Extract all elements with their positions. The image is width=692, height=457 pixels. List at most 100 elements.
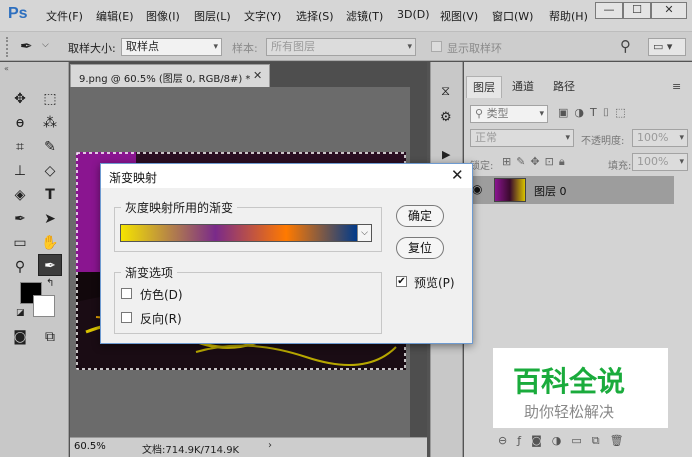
- chevron-down-icon[interactable]: ⌵: [357, 225, 371, 241]
- panel-menu-icon[interactable]: ≡: [672, 80, 681, 93]
- menu-image[interactable]: 图像(I): [146, 8, 180, 24]
- history-icon[interactable]: ⧖: [441, 84, 450, 99]
- eyedropper-icon[interactable]: ✒: [20, 37, 33, 55]
- blend-mode-value: 正常: [475, 131, 497, 144]
- gradient-options-label: 渐变选项: [121, 264, 178, 281]
- dither-label[interactable]: 仿色(D): [140, 286, 183, 303]
- properties-icon[interactable]: ⚙: [440, 110, 452, 125]
- marquee-tool-icon[interactable]: ⬚: [38, 88, 62, 110]
- bucket-tool-icon[interactable]: ◈: [8, 184, 32, 206]
- chevron-down-icon: ▾: [679, 157, 684, 167]
- close-tab-icon[interactable]: ✕: [253, 69, 262, 82]
- path-select-tool-icon[interactable]: ➤: [38, 208, 62, 230]
- magic-wand-tool-icon[interactable]: ⁂: [38, 112, 62, 134]
- menu-filter[interactable]: 滤镜(T): [346, 8, 383, 24]
- menu-select[interactable]: 选择(S): [296, 8, 334, 24]
- layer-row[interactable]: ◉ 图层 0: [466, 176, 674, 204]
- preview-checkbox[interactable]: ✔: [396, 276, 407, 287]
- watermark-subtitle: 助你轻松解决: [524, 403, 615, 421]
- maximize-button[interactable]: ☐: [623, 2, 651, 19]
- pen-tool-icon[interactable]: ✒: [8, 208, 32, 230]
- filter-kind: 类型: [486, 107, 509, 120]
- visibility-eye-icon[interactable]: ◉: [472, 182, 482, 196]
- move-tool-icon[interactable]: ✥: [8, 88, 32, 110]
- swap-colors-icon[interactable]: ↰: [46, 278, 54, 289]
- sample-size-label: 取样大小:: [68, 42, 116, 55]
- fill-input[interactable]: 100% ▾: [632, 153, 688, 171]
- eyedropper-tool-icon[interactable]: ✒: [38, 254, 62, 276]
- blend-mode-select[interactable]: 正常 ▾: [470, 129, 574, 147]
- close-icon[interactable]: ✕: [451, 166, 464, 184]
- menu-file[interactable]: 文件(F): [46, 8, 83, 24]
- layer-thumbnail: [494, 178, 526, 202]
- menu-layer[interactable]: 图层(L): [194, 8, 231, 24]
- tab-layers[interactable]: 图层: [466, 76, 502, 98]
- background-color-swatch[interactable]: [33, 295, 55, 317]
- gradient-map-dialog: 渐变映射 ✕ 灰度映射所用的渐变 ⌵ 渐变选项 仿色(D) 反向(R) 确定 复…: [100, 163, 473, 344]
- crop-tool-icon[interactable]: ⌗: [8, 136, 32, 158]
- dither-checkbox[interactable]: [121, 288, 132, 299]
- sample-select[interactable]: 所有图层 ▾: [266, 38, 416, 56]
- zoom-tool-icon[interactable]: ⚲: [8, 256, 32, 278]
- search-icon[interactable]: ⚲: [620, 37, 631, 55]
- menu-bar: Ps 文件(F) 编辑(E) 图像(I) 图层(L) 文字(Y) 选择(S) 滤…: [0, 0, 692, 31]
- search-icon: ⚲: [475, 107, 484, 120]
- close-window-button[interactable]: ✕: [651, 2, 687, 19]
- document-tab[interactable]: 9.png @ 60.5% (图层 0, RGB/8#) * ✕: [70, 64, 270, 87]
- sample-label: 样本:: [232, 42, 258, 55]
- actions-play-icon[interactable]: ▶: [442, 148, 450, 161]
- workspace-select[interactable]: ▭ ▾: [648, 38, 686, 56]
- dialog-title-bar: 渐变映射 ✕: [101, 164, 472, 188]
- zoom-level[interactable]: 60.5%: [74, 441, 106, 452]
- chevron-down-icon[interactable]: ⌵: [42, 40, 49, 50]
- reverse-label[interactable]: 反向(R): [140, 310, 182, 327]
- opacity-value: 100%: [637, 131, 669, 144]
- chevron-down-icon: ▾: [407, 42, 412, 52]
- chevron-right-icon[interactable]: ›: [268, 440, 272, 451]
- chevron-down-icon: ▾: [213, 42, 218, 52]
- sample-size-select[interactable]: 取样点 ▾: [121, 38, 222, 56]
- brush-tool-icon[interactable]: ✎: [38, 136, 62, 158]
- options-bar: ✒ ⌵ 取样大小: 取样点 ▾ 样本: 所有图层 ▾ 显示取样环 ⚲ ▭ ▾: [0, 31, 692, 61]
- lock-icons[interactable]: ⊞✎✥⊡🔒︎: [502, 155, 570, 169]
- collapse-icon[interactable]: «: [4, 64, 9, 73]
- layer-filter-icons[interactable]: ▣◑T⌷⬚: [558, 106, 632, 120]
- menu-3d[interactable]: 3D(D): [397, 8, 430, 21]
- type-tool-icon[interactable]: T: [38, 184, 62, 206]
- menu-edit[interactable]: 编辑(E): [96, 8, 134, 24]
- reverse-checkbox[interactable]: [121, 312, 132, 323]
- tab-paths[interactable]: 路径: [546, 76, 582, 98]
- tab-channels[interactable]: 通道: [505, 76, 541, 98]
- quick-mask-icon[interactable]: ◙: [8, 326, 32, 348]
- document-info: 文档:714.9K/714.9K: [142, 445, 240, 456]
- menu-view[interactable]: 视图(V): [440, 8, 478, 24]
- chevron-down-icon: ▾: [679, 133, 684, 143]
- layer-filter-select[interactable]: ⚲ 类型 ▾: [470, 105, 548, 123]
- layer-name[interactable]: 图层 0: [534, 183, 567, 199]
- show-ring-checkbox[interactable]: [431, 41, 442, 52]
- rectangle-tool-icon[interactable]: ▭: [8, 232, 32, 254]
- hand-tool-icon[interactable]: ✋: [38, 232, 62, 254]
- stamp-tool-icon[interactable]: ⊥: [8, 160, 32, 182]
- watermark: 百科全说 助你轻松解决: [493, 348, 668, 428]
- gradient-group-label: 灰度映射所用的渐变: [121, 199, 238, 216]
- lasso-tool-icon[interactable]: ɵ: [8, 112, 32, 134]
- screen-mode-icon[interactable]: ⧉: [38, 326, 62, 348]
- default-colors-icon[interactable]: ◪: [16, 308, 25, 318]
- fill-label: 填充:: [608, 161, 632, 172]
- ok-button[interactable]: 确定: [396, 205, 444, 227]
- gradient-picker[interactable]: ⌵: [120, 224, 372, 242]
- menu-help[interactable]: 帮助(H): [549, 8, 588, 24]
- photoshop-logo: Ps: [8, 5, 28, 22]
- menu-window[interactable]: 窗口(W): [492, 8, 533, 24]
- preview-label[interactable]: 预览(P): [414, 274, 455, 291]
- eraser-tool-icon[interactable]: ◇: [38, 160, 62, 182]
- menu-type[interactable]: 文字(Y): [244, 8, 281, 24]
- opacity-input[interactable]: 100% ▾: [632, 129, 688, 147]
- minimize-button[interactable]: —: [595, 2, 623, 19]
- reset-button[interactable]: 复位: [396, 237, 444, 259]
- fill-value: 100%: [637, 155, 669, 168]
- status-bar: 60.5% 文档:714.9K/714.9K ›: [70, 437, 427, 457]
- layer-actions-bar[interactable]: ⊖ƒ◙◑▭⧉🗑︎: [498, 434, 634, 448]
- gradient-preview-strip[interactable]: [121, 225, 357, 241]
